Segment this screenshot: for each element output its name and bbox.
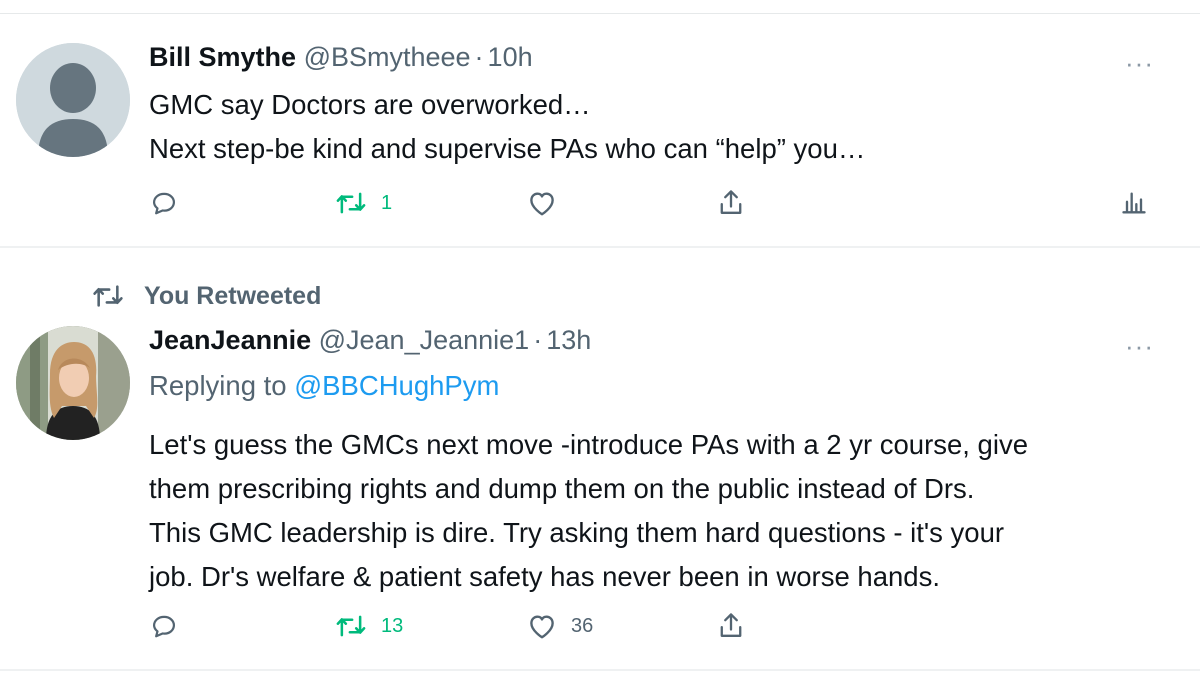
- tweet-time[interactable]: 10h: [488, 42, 533, 72]
- reply-button[interactable]: [150, 183, 178, 223]
- replying-to: Replying to @BBCHughPym: [149, 369, 499, 403]
- tweet-text-line: them prescribing rights and dump them on…: [149, 473, 975, 504]
- heart-icon: [530, 192, 554, 216]
- top-divider: [0, 0, 1200, 14]
- tweet-text-line: GMC say Doctors are overworked…: [149, 89, 591, 120]
- share-button[interactable]: [717, 183, 745, 223]
- tweet-text-line: Next step-be kind and supervise PAs who …: [149, 133, 866, 164]
- more-options-button[interactable]: ···: [1125, 50, 1154, 76]
- meta-separator: ·: [474, 42, 484, 72]
- more-options-button[interactable]: ···: [1125, 333, 1154, 359]
- heart-icon: [530, 615, 554, 639]
- reply-icon: [152, 615, 176, 638]
- tweet-text: GMC say Doctors are overworked… Next ste…: [149, 83, 865, 171]
- tweet-header: Bill Smythe @BSmytheee · 10h: [149, 40, 533, 74]
- retweet-icon: [336, 192, 366, 214]
- analytics-icon: [1122, 192, 1146, 214]
- reply-button[interactable]: [150, 606, 178, 646]
- tweet-actions: 13 36: [0, 606, 1200, 646]
- replying-to-handle[interactable]: @BBCHughPym: [294, 370, 499, 401]
- reply-icon: [152, 192, 176, 215]
- author-handle[interactable]: @BSmytheee: [304, 42, 471, 72]
- tweet-header: JeanJeannie @Jean_Jeannie1 · 13h: [149, 323, 591, 357]
- tweet-text-line: Let's guess the GMCs next move -introduc…: [149, 429, 1029, 460]
- share-icon: [720, 190, 742, 214]
- retweet-button[interactable]: 13: [335, 606, 403, 646]
- profile-photo: [16, 326, 130, 440]
- tweet-time[interactable]: 13h: [546, 325, 591, 355]
- like-button[interactable]: [527, 183, 557, 223]
- retweet-icon: [93, 285, 123, 307]
- share-icon: [720, 613, 742, 637]
- replying-to-label: Replying to: [149, 370, 287, 401]
- tweet-text: Let's guess the GMCs next move -introduc…: [149, 423, 1028, 599]
- ellipsis-icon: ···: [1125, 48, 1154, 78]
- tweet-text-line: job. Dr's welfare & patient safety has n…: [149, 561, 940, 592]
- tweet-actions: 1: [0, 183, 1200, 223]
- like-button[interactable]: 36: [527, 606, 593, 646]
- author-handle[interactable]: @Jean_Jeannie1: [319, 325, 530, 355]
- retweet-icon: [336, 615, 366, 637]
- retweeted-label: You Retweeted: [144, 281, 322, 310]
- retweet-button[interactable]: 1: [335, 183, 392, 223]
- retweeted-indicator: You Retweeted: [90, 280, 321, 312]
- author-name[interactable]: JeanJeannie: [149, 325, 311, 355]
- tweet-text-line: This GMC leadership is dire. Try asking …: [149, 517, 1005, 548]
- avatar[interactable]: [16, 43, 130, 157]
- analytics-button[interactable]: [1120, 183, 1148, 223]
- tweet-bill-smythe[interactable]: Bill Smythe @BSmytheee · 10h ··· GMC say D…: [0, 15, 1200, 248]
- ellipsis-icon: ···: [1125, 331, 1154, 361]
- share-button[interactable]: [717, 606, 745, 646]
- avatar[interactable]: [16, 326, 130, 440]
- retweet-count: 13: [381, 614, 404, 637]
- author-name[interactable]: Bill Smythe: [149, 42, 296, 72]
- meta-separator: ·: [533, 325, 543, 355]
- default-avatar-icon: [16, 43, 130, 157]
- tweet-jean-jeannie[interactable]: You Retweeted JeanJeannie @Jean_Jeannie1…: [0, 250, 1200, 671]
- like-count: 36: [571, 614, 594, 637]
- retweet-count: 1: [381, 191, 393, 214]
